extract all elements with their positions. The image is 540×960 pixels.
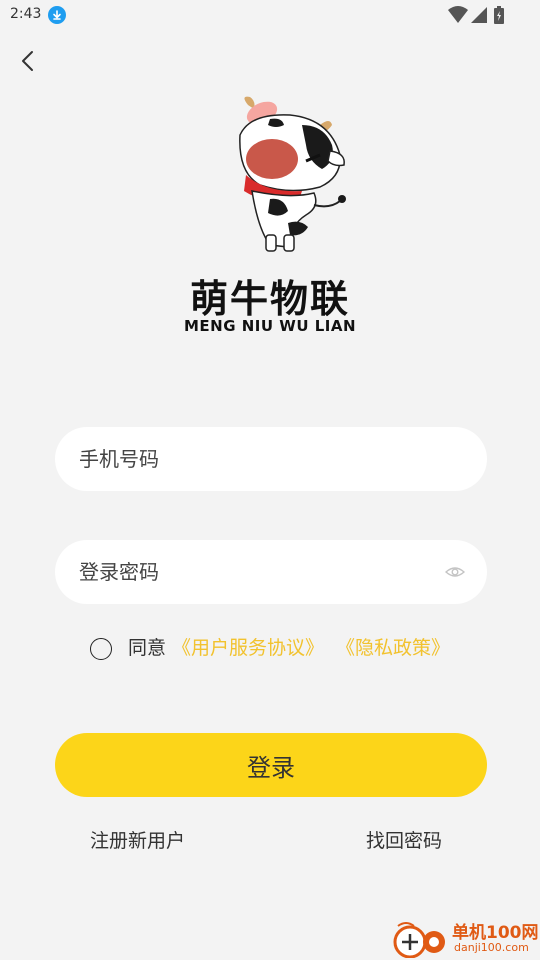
watermark-url: danji100.com [454,941,529,954]
privacy-link[interactable]: 《隐私政策》 [336,636,450,660]
signal-icon [471,7,487,23]
status-icons [448,6,508,24]
wifi-icon [448,6,468,23]
download-icon [48,6,66,24]
app-logo: 萌牛物联 MENG NIU WU LIAN [180,95,360,345]
register-link[interactable]: 注册新用户 [90,826,185,853]
status-time: 2:43 [10,6,42,22]
agreement-prefix: 同意 [128,637,167,659]
password-input[interactable] [79,540,429,604]
password-visibility-toggle[interactable] [444,562,466,582]
terms-link[interactable]: 《用户服务协议》 [172,636,324,660]
eye-icon [444,567,466,577]
battery-icon [494,6,504,24]
agreement-checkbox[interactable] [90,638,112,660]
logo-title-cn: 萌牛物联 [189,277,350,321]
watermark: 单机100网 danji100.com [390,912,540,960]
watermark-title: 单机100网 [452,923,539,943]
status-bar: 2:43 [0,0,540,30]
chevron-left-icon [22,51,33,71]
watermark-logo-icon [393,922,445,958]
password-field[interactable] [55,540,487,604]
phone-field[interactable] [55,427,487,491]
logo-title-en: MENG NIU WU LIAN [183,317,357,335]
phone-input[interactable] [79,427,429,491]
forgot-password-link[interactable]: 找回密码 [366,826,442,853]
login-button[interactable]: 登录 [55,733,487,797]
cow-mascot-icon [239,96,346,252]
back-button[interactable] [12,46,44,78]
agreement-row: 同意 《用户服务协议》 《隐私政策》 [90,636,470,662]
